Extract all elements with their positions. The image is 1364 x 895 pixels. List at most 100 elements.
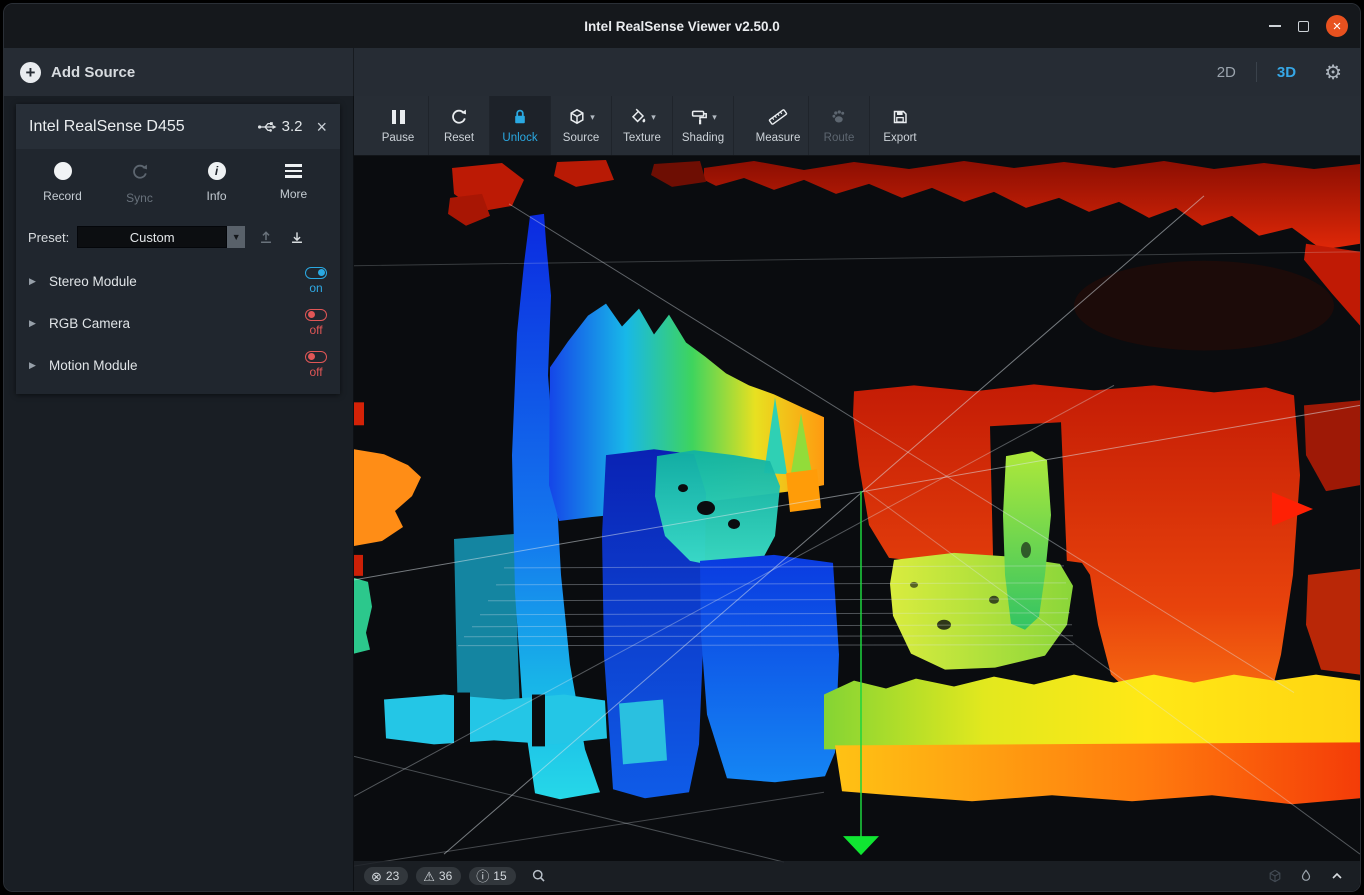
pause-button[interactable]: Pause [368,96,428,155]
close-icon[interactable]: × [1326,15,1348,37]
motion-module-row[interactable]: ▶ Motion Module off [16,344,340,386]
toggle-on-icon [305,267,327,279]
device-panel: Intel RealSense D455 3.2 × Recor [16,104,340,394]
errors-count: 23 [386,869,399,883]
upload-icon[interactable] [257,228,275,246]
motion-module-toggle[interactable]: off [305,351,327,379]
warning-icon: ⚠ [423,870,435,883]
minimize-icon[interactable] [1269,25,1281,27]
chevron-down-icon: ▼ [232,232,241,242]
device-title: Intel RealSense D455 [29,118,185,136]
stereo-module-toggle[interactable]: on [305,267,327,295]
rgb-camera-row[interactable]: ▶ RGB Camera off [16,302,340,344]
error-icon: ⊗ [371,870,382,883]
download-icon[interactable] [288,228,306,246]
paw-icon [829,107,849,127]
paint-roller-icon [689,107,709,127]
add-icon: + [20,62,41,83]
view-switcher: 2D 3D ⚙ [1217,48,1360,96]
viewport-toolbar: Pause Reset [354,96,1360,156]
sync-icon [130,162,150,182]
paint-bucket-icon [628,107,648,127]
toggle-off-icon [305,351,327,363]
view-divider [1256,62,1257,82]
droplet-icon[interactable] [1298,868,1314,884]
tab-3d[interactable]: 3D [1277,64,1296,81]
expand-arrow-icon[interactable]: ▶ [29,276,49,287]
ruler-icon [767,107,789,127]
pointcloud-canvas[interactable] [354,156,1360,891]
chevron-down-icon: ▾ [712,112,717,123]
more-label: More [280,187,307,201]
module-list: ▶ Stereo Module on ▶ RGB Camera off [16,254,340,394]
maximize-icon[interactable] [1298,21,1309,32]
save-icon [890,107,910,127]
reset-icon [449,107,469,127]
device-actions: Record Sync i Info More [16,149,340,214]
record-label: Record [43,189,82,203]
chevron-down-icon: ▾ [651,112,656,123]
errors-badge[interactable]: ⊗ 23 [364,867,408,885]
search-icon[interactable] [530,867,548,885]
export-label: Export [883,132,916,144]
toolbar-gap [734,96,748,155]
preset-dropdown-button[interactable]: ▼ [227,226,245,248]
preset-value: Custom [130,230,175,245]
source-button[interactable]: ▾ Source [551,96,611,155]
info-button[interactable]: i Info [178,162,255,205]
preset-io [257,228,306,246]
reset-button[interactable]: Reset [429,96,489,155]
rgb-camera-toggle[interactable]: off [305,309,327,337]
info-icon: i [208,162,226,180]
texture-label: Texture [623,132,661,144]
chevron-up-icon[interactable] [1329,868,1345,884]
device-panel-header: Intel RealSense D455 3.2 × [16,104,340,149]
window-title: Intel RealSense Viewer v2.50.0 [584,19,780,34]
preset-row: Preset: Custom ▼ [16,214,340,254]
usb-info: 3.2 [257,117,303,137]
top-toolbar: + Add Source 2D 3D ⚙ [4,48,1360,96]
info-count: 15 [493,869,506,883]
statusbar-right-icons [1267,868,1350,884]
viewport-3d: Pause Reset [354,96,1360,891]
sync-button: Sync [101,162,178,205]
device-close-icon[interactable]: × [316,118,327,136]
add-source-button[interactable]: + Add Source [4,48,354,96]
toggle-off-icon [305,309,327,321]
stereo-module-label: Stereo Module [49,274,137,289]
unlock-button[interactable]: Unlock [490,96,550,155]
ghost-cube-icon[interactable] [1267,868,1283,884]
motion-module-label: Motion Module [49,358,138,373]
window-controls: × [1269,4,1348,48]
sync-label: Sync [126,191,153,205]
measure-button[interactable]: Measure [748,96,808,155]
preset-select[interactable]: Custom [77,226,227,248]
reset-label: Reset [444,132,474,144]
info-label: Info [206,189,226,203]
warnings-count: 36 [439,869,452,883]
export-button[interactable]: Export [870,96,930,155]
info-badge[interactable]: ⓘ 15 [469,867,515,885]
lock-icon [510,107,530,127]
tab-2d[interactable]: 2D [1217,64,1236,81]
stereo-module-row[interactable]: ▶ Stereo Module on [16,260,340,302]
motion-module-state: off [309,365,322,379]
expand-arrow-icon[interactable]: ▶ [29,318,49,329]
info-icon: ⓘ [476,870,489,883]
route-button: Route [809,96,869,155]
chevron-down-icon: ▾ [590,112,595,123]
warnings-badge[interactable]: ⚠ 36 [416,867,461,885]
pause-label: Pause [382,132,415,144]
stereo-module-state: on [309,281,322,295]
gear-icon[interactable]: ⚙ [1324,60,1342,85]
expand-arrow-icon[interactable]: ▶ [29,360,49,371]
more-button[interactable]: More [255,162,332,205]
source-label: Source [563,132,599,144]
pointcloud-area [354,156,1360,891]
preset-label: Preset: [28,230,69,245]
texture-button[interactable]: ▾ Texture [612,96,672,155]
titlebar: Intel RealSense Viewer v2.50.0 × [4,4,1360,48]
record-button[interactable]: Record [24,162,101,205]
shading-button[interactable]: ▾ Shading [673,96,733,155]
rgb-camera-label: RGB Camera [49,316,130,331]
